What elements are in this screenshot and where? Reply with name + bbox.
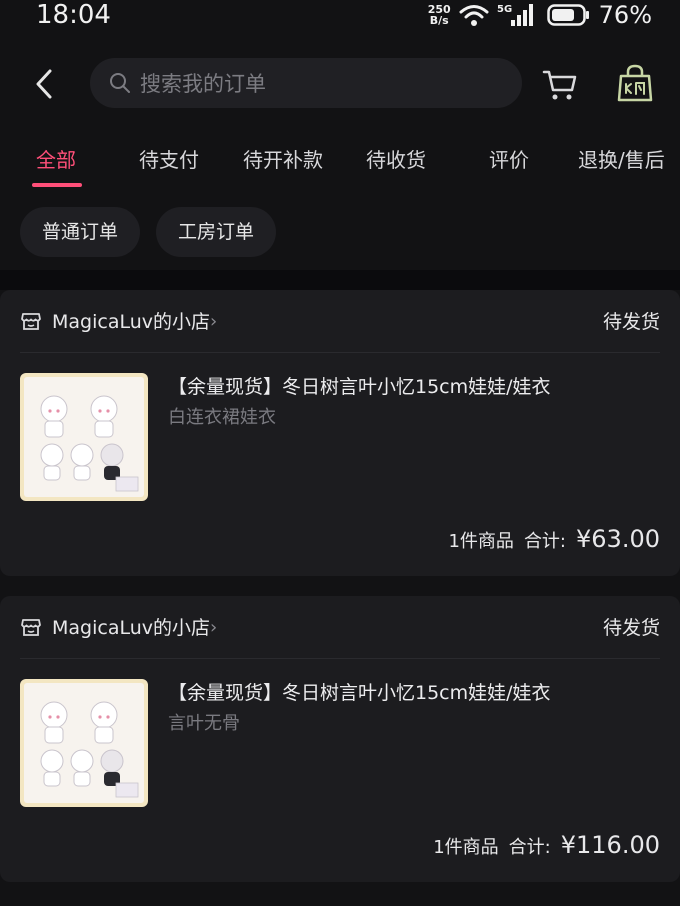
- item-count: 1件商品: [448, 531, 514, 552]
- total-amount: ¥63.00: [576, 525, 660, 553]
- status-time: 18:04: [36, 0, 111, 30]
- product-variant: 言叶无骨: [168, 713, 240, 734]
- net-speed: 250 B/s: [428, 4, 451, 26]
- order-tabs: 全部 待支付 待开补款 待收货 评价 退换/售后: [0, 140, 680, 190]
- shop-name-link[interactable]: MagicaLuv的小店: [52, 306, 210, 338]
- back-arrow-icon[interactable]: [30, 68, 62, 100]
- wifi-icon: [459, 5, 489, 26]
- tab-pending-supplement[interactable]: 待开补款: [243, 140, 323, 180]
- section-gap: [0, 270, 680, 290]
- search-icon: [110, 73, 130, 93]
- order-card-header: MagicaLuv的小店 › 待发货: [20, 612, 660, 644]
- order-total: 1件商品 合计: ¥63.00: [448, 525, 660, 555]
- tab-review[interactable]: 评价: [489, 140, 529, 180]
- product-thumbnail[interactable]: [20, 373, 148, 501]
- battery-icon: [546, 4, 589, 26]
- card-divider: [20, 352, 660, 353]
- item-count: 1件商品: [433, 837, 499, 858]
- battery-percent: 76%: [598, 1, 652, 29]
- cart-icon[interactable]: [540, 64, 580, 104]
- product-thumbnail[interactable]: [20, 679, 148, 807]
- search-input[interactable]: 搜索我的订单: [90, 58, 522, 108]
- filter-workshop-orders[interactable]: 工房订单: [156, 207, 277, 257]
- shop-name-link[interactable]: MagicaLuv的小店: [52, 612, 210, 644]
- signal-icon: 5G: [497, 4, 533, 26]
- shopping-bag-icon[interactable]: [615, 62, 655, 104]
- order-total: 1件商品 合计: ¥116.00: [433, 831, 660, 861]
- product-variant: 白连衣裙娃衣: [168, 407, 276, 428]
- order-card[interactable]: MagicaLuv的小店 › 待发货 【余量现货】冬日树言叶小忆15cm娃娃/娃…: [0, 290, 680, 576]
- shop-icon: [21, 619, 41, 636]
- order-card[interactable]: MagicaLuv的小店 › 待发货 【余量现货】冬日树言叶小忆15cm娃娃/娃…: [0, 596, 680, 882]
- active-tab-indicator: [32, 183, 82, 187]
- network-type-label: 5G: [497, 4, 512, 15]
- order-status: 待发货: [602, 311, 660, 333]
- top-bar: 搜索我的订单: [0, 52, 680, 116]
- tab-pending-receipt[interactable]: 待收货: [366, 140, 426, 180]
- order-card-header: MagicaLuv的小店 › 待发货: [20, 306, 660, 338]
- product-title[interactable]: 【余量现货】冬日树言叶小忆15cm娃娃/娃衣: [168, 679, 658, 707]
- product-title[interactable]: 【余量现货】冬日树言叶小忆15cm娃娃/娃衣: [168, 373, 658, 401]
- net-speed-unit: B/s: [429, 14, 449, 27]
- card-divider: [20, 658, 660, 659]
- status-bar: 18:04 250 B/s 5G 76%: [0, 0, 680, 36]
- status-icons: 250 B/s 5G 76%: [428, 0, 652, 30]
- total-label: 合计:: [523, 531, 567, 552]
- chevron-right-icon: ›: [210, 617, 218, 638]
- total-amount: ¥116.00: [560, 831, 660, 859]
- order-status: 待发货: [602, 617, 660, 639]
- chevron-right-icon: ›: [210, 311, 218, 332]
- tab-all[interactable]: 全部: [36, 140, 76, 180]
- total-label: 合计:: [508, 837, 551, 858]
- tab-pending-payment[interactable]: 待支付: [139, 140, 199, 180]
- shop-icon: [21, 313, 41, 330]
- filter-normal-orders[interactable]: 普通订单: [20, 207, 141, 257]
- search-placeholder: 搜索我的订单: [140, 72, 266, 96]
- tab-after-sales[interactable]: 退换/售后: [578, 140, 665, 180]
